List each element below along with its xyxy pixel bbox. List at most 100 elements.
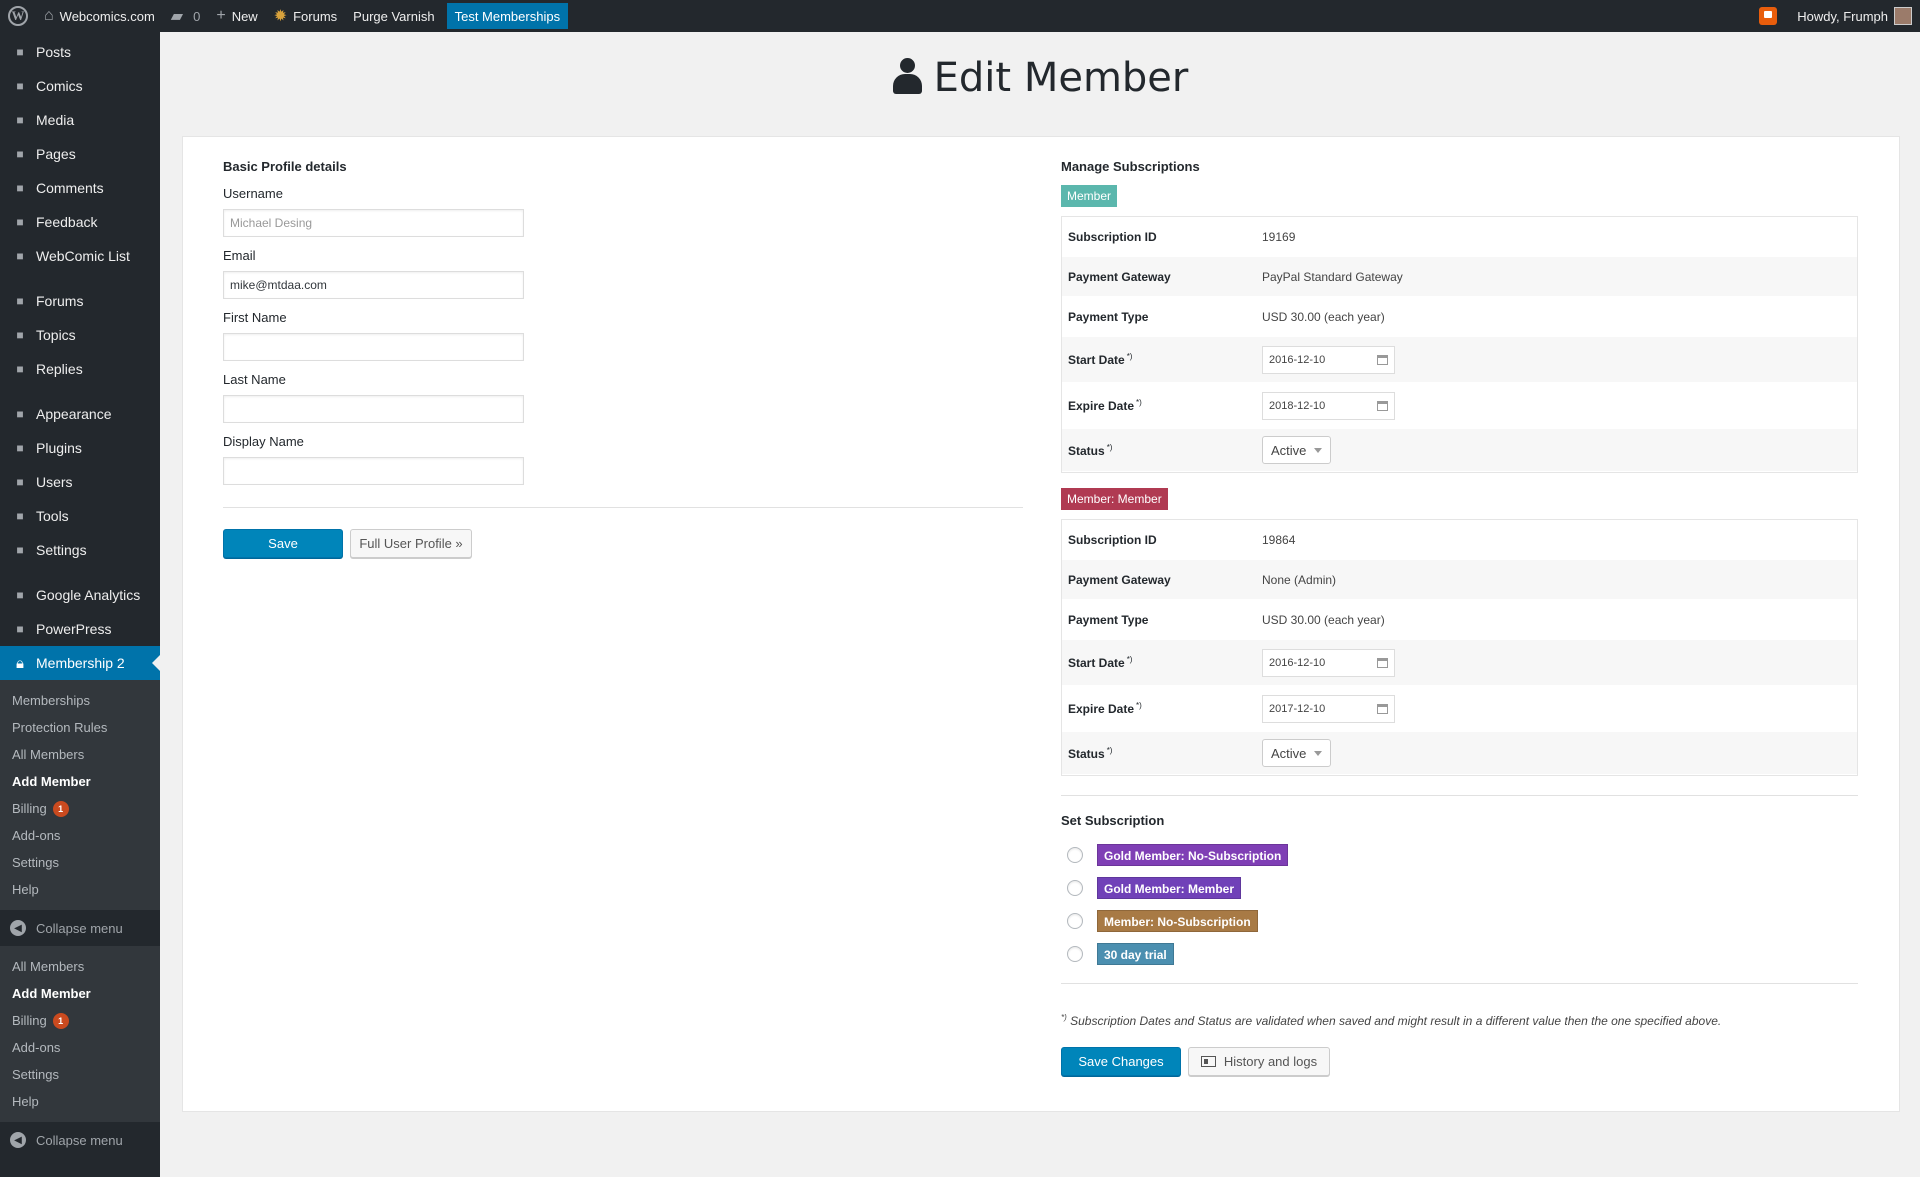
sidebar-item-powerpress[interactable]: ■ PowerPress xyxy=(0,612,160,646)
settings-icon: ■ xyxy=(16,543,24,557)
subscription-table: Subscription ID 19864 Payment Gateway None … xyxy=(1061,519,1858,776)
sidebar-item-topics[interactable]: ■ Topics xyxy=(0,318,160,352)
notification-icon[interactable] xyxy=(1759,7,1778,25)
sidebar-item-comics[interactable]: ■ Comics xyxy=(0,69,160,103)
forums-link[interactable]: ✹ Forums xyxy=(266,0,345,32)
sidebar-item-membership2[interactable]: 🔒︎ Membership 2 xyxy=(0,646,160,680)
membership-tag[interactable]: 30 day trial xyxy=(1097,943,1174,965)
status-select[interactable]: Active xyxy=(1262,436,1332,464)
test-memberships-link[interactable]: Test Memberships xyxy=(446,3,569,29)
sidebar-item-posts[interactable]: ■ Posts xyxy=(0,35,160,69)
sidebar-item-pages[interactable]: ■ Pages xyxy=(0,137,160,171)
chevron-down-icon xyxy=(1314,447,1323,453)
email-field[interactable] xyxy=(223,271,524,299)
start-date-field[interactable]: 2016-12-10 xyxy=(1262,345,1395,374)
comment-icon: ▰ xyxy=(170,8,184,25)
subscription-radio[interactable] xyxy=(1067,946,1083,962)
calendar-icon[interactable] xyxy=(1377,703,1388,714)
save-button[interactable]: Save xyxy=(223,529,343,558)
username-label: Username xyxy=(223,186,283,201)
divider xyxy=(223,507,1023,508)
divider xyxy=(1061,795,1858,796)
sidebar-item-appearance[interactable]: ■ Appearance xyxy=(0,397,160,431)
sidebar-item-feedback[interactable]: ■ Feedback xyxy=(0,205,160,239)
plug-icon: ■ xyxy=(16,441,24,455)
sidebar-item-google-analytics[interactable]: ■ Google Analytics xyxy=(0,578,160,612)
sidebar-item-webcomic-list[interactable]: ■ WebComic List xyxy=(0,239,160,273)
site-name-link[interactable]: ⌂ Webcomics.com xyxy=(36,0,163,32)
submenu-item-add-member[interactable]: Add Member xyxy=(0,980,160,1007)
chevron-down-icon xyxy=(1314,750,1323,756)
membership-tag[interactable]: Member: No-Subscription xyxy=(1097,910,1258,932)
submenu-item-help[interactable]: Help xyxy=(0,876,160,903)
submenu-item-protection-rules[interactable]: Protection Rules xyxy=(0,714,160,741)
save-changes-button[interactable]: Save Changes xyxy=(1061,1047,1181,1076)
subscription-radio[interactable] xyxy=(1067,880,1083,896)
set-subscription-option[interactable]: 30 day trial xyxy=(1067,943,1174,965)
submenu-item-all-members[interactable]: All Members xyxy=(0,953,160,980)
collapse-menu-button-2[interactable]: ◀ Collapse menu xyxy=(0,1122,160,1158)
subscriptions-section-title: Manage Subscriptions xyxy=(1061,159,1200,174)
subscription-radio[interactable] xyxy=(1067,913,1083,929)
user-icon: ■ xyxy=(16,475,24,489)
status-select[interactable]: Active xyxy=(1262,739,1332,767)
sidebar-item-forums[interactable]: ■ Forums xyxy=(0,284,160,318)
expire-date-field[interactable]: 2018-12-10 xyxy=(1262,391,1395,420)
first-name-field[interactable] xyxy=(223,333,524,361)
submenu-item-add-member[interactable]: Add Member xyxy=(0,768,160,795)
sidebar-item-plugins[interactable]: ■ Plugins xyxy=(0,431,160,465)
status-label: Status *) xyxy=(1068,442,1113,458)
subscription-row-gateway: Payment Gateway None (Admin) xyxy=(1062,560,1857,600)
forums-icon: ✹ xyxy=(273,8,288,25)
set-subscription-title: Set Subscription xyxy=(1061,813,1165,828)
my-account-link[interactable]: Howdy, Frumph xyxy=(1789,0,1920,32)
sidebar-item-users[interactable]: ■ Users xyxy=(0,465,160,499)
membership-tag[interactable]: Gold Member: No-Subscription xyxy=(1097,844,1289,866)
validation-note: *) Subscription Dates and Status are val… xyxy=(1061,1013,1722,1028)
membership-tag[interactable]: Gold Member: Member xyxy=(1097,877,1242,899)
comment-icon: ■ xyxy=(16,181,24,195)
set-subscription-option[interactable]: Gold Member: No-Subscription xyxy=(1067,844,1289,866)
sidebar-item-replies[interactable]: ■ Replies xyxy=(0,352,160,386)
submenu-item-billing[interactable]: Billing 1 xyxy=(0,1007,160,1034)
first-name-label: First Name xyxy=(223,310,287,325)
submenu-item-billing[interactable]: Billing 1 xyxy=(0,795,160,822)
wp-logo-menu[interactable]: W xyxy=(0,0,36,32)
sidebar-item-tools[interactable]: ■ Tools xyxy=(0,499,160,533)
start-date-field[interactable]: 2016-12-10 xyxy=(1262,648,1395,677)
submenu-item-help[interactable]: Help xyxy=(0,1088,160,1115)
gateway-value: PayPal Standard Gateway xyxy=(1262,269,1403,284)
submenu-item-add-ons[interactable]: Add-ons xyxy=(0,822,160,849)
subscription-radio[interactable] xyxy=(1067,847,1083,863)
set-subscription-option[interactable]: Gold Member: Member xyxy=(1067,877,1242,899)
last-name-field[interactable] xyxy=(223,395,524,423)
edit-member-panel: Basic Profile details Username Email Fir… xyxy=(182,136,1900,1112)
expire-date-field[interactable]: 2017-12-10 xyxy=(1262,694,1395,723)
comments-link[interactable]: ▰ 0 xyxy=(163,0,209,32)
membership-submenu: Memberships Protection Rules All Members Ad… xyxy=(0,680,160,910)
new-content-link[interactable]: + New xyxy=(208,0,265,32)
display-name-field[interactable] xyxy=(223,457,524,485)
avatar xyxy=(1894,7,1912,25)
sidebar-item-settings[interactable]: ■ Settings xyxy=(0,533,160,567)
submenu-item-memberships[interactable]: Memberships xyxy=(0,687,160,714)
submenu-item-settings[interactable]: Settings xyxy=(0,849,160,876)
full-user-profile-button[interactable]: Full User Profile » xyxy=(350,529,472,558)
purge-varnish-link[interactable]: Purge Varnish xyxy=(345,0,442,32)
topics-icon: ■ xyxy=(16,328,24,342)
calendar-icon[interactable] xyxy=(1377,354,1388,365)
sidebar-item-media[interactable]: ■ Media xyxy=(0,103,160,137)
submenu-item-all-members[interactable]: All Members xyxy=(0,741,160,768)
membership-submenu-2: All Members Add Member Billing 1 Add-ons Sett… xyxy=(0,946,160,1122)
collapse-icon: ◀ xyxy=(10,920,26,936)
username-field[interactable] xyxy=(223,209,524,237)
sidebar-item-comments[interactable]: ■ Comments xyxy=(0,171,160,205)
history-logs-button[interactable]: History and logs xyxy=(1188,1047,1330,1076)
submenu-item-settings[interactable]: Settings xyxy=(0,1061,160,1088)
set-subscription-option[interactable]: Member: No-Subscription xyxy=(1067,910,1258,932)
calendar-icon[interactable] xyxy=(1377,657,1388,668)
expire-label: Expire Date *) xyxy=(1068,701,1142,716)
calendar-icon[interactable] xyxy=(1377,400,1388,411)
collapse-menu-button[interactable]: ◀ Collapse menu xyxy=(0,910,160,946)
submenu-item-add-ons[interactable]: Add-ons xyxy=(0,1034,160,1061)
